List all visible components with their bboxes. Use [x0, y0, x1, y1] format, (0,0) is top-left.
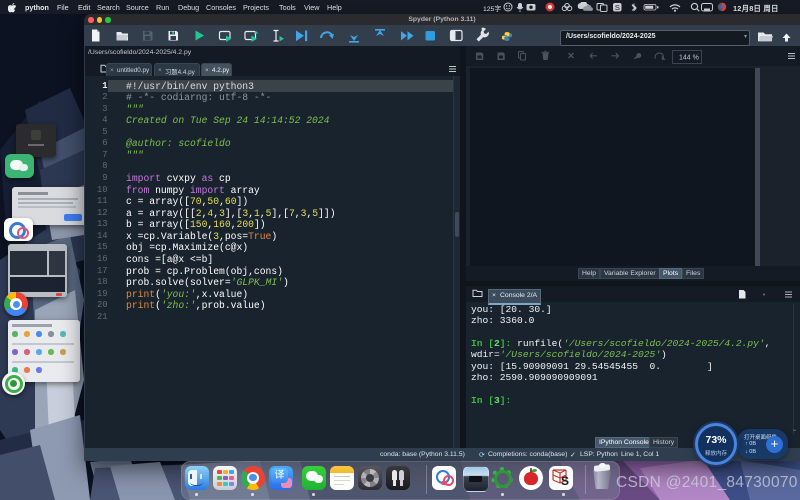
svg-text:144 %: 144 %	[679, 55, 699, 62]
svg-text:S: S	[615, 3, 620, 12]
svg-text:S: S	[561, 474, 569, 488]
